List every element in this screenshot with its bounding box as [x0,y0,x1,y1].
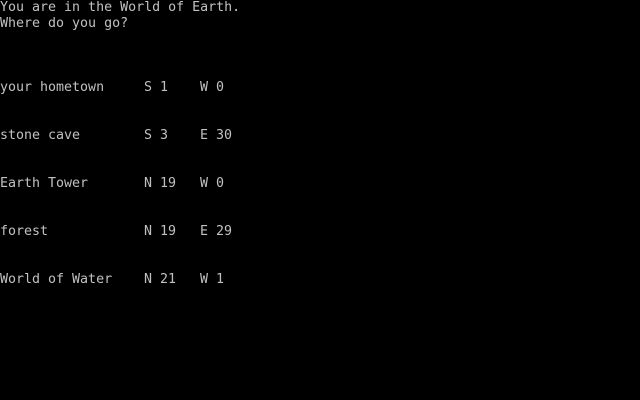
destination-option-stone-cave[interactable]: stone cave S 3 E 30 [0,128,640,144]
destination-option-earth-tower[interactable]: Earth Tower N 19 W 0 [0,176,640,192]
destination-menu: your hometown S 1 W 0 stone cave S 3 E 3… [0,48,640,320]
destination-name: Earth Tower [0,176,89,191]
destination-coord-ns: S 1 [144,80,169,95]
destination-name: forest [0,224,49,239]
destination-coord-ew: E 30 [200,128,233,143]
destination-coord-ew: W 1 [200,272,225,287]
destination-name: your hometown [0,80,105,95]
destination-coord-ns: N 21 [144,272,177,287]
location-text: You are in the World of Earth. [0,0,241,15]
destination-coord-ns: N 19 [144,224,177,239]
destination-coord-ew: W 0 [200,80,225,95]
destination-coord-ew: W 0 [200,176,225,191]
question-text: Where do you go? [0,16,129,31]
destination-coord-ew: E 29 [200,224,233,239]
destination-name: stone cave [0,128,81,143]
terminal-screen: You are in the World of Earth. Where do … [0,0,640,400]
destination-option-world-of-water[interactable]: World of Water N 21 W 1 [0,272,640,288]
destination-coord-ns: S 3 [144,128,169,143]
destination-option-forest[interactable]: forest N 19 E 29 [0,224,640,240]
destination-coord-ns: N 19 [144,176,177,191]
destination-option-hometown[interactable]: your hometown S 1 W 0 [0,80,640,96]
destination-name: World of Water [0,272,113,287]
